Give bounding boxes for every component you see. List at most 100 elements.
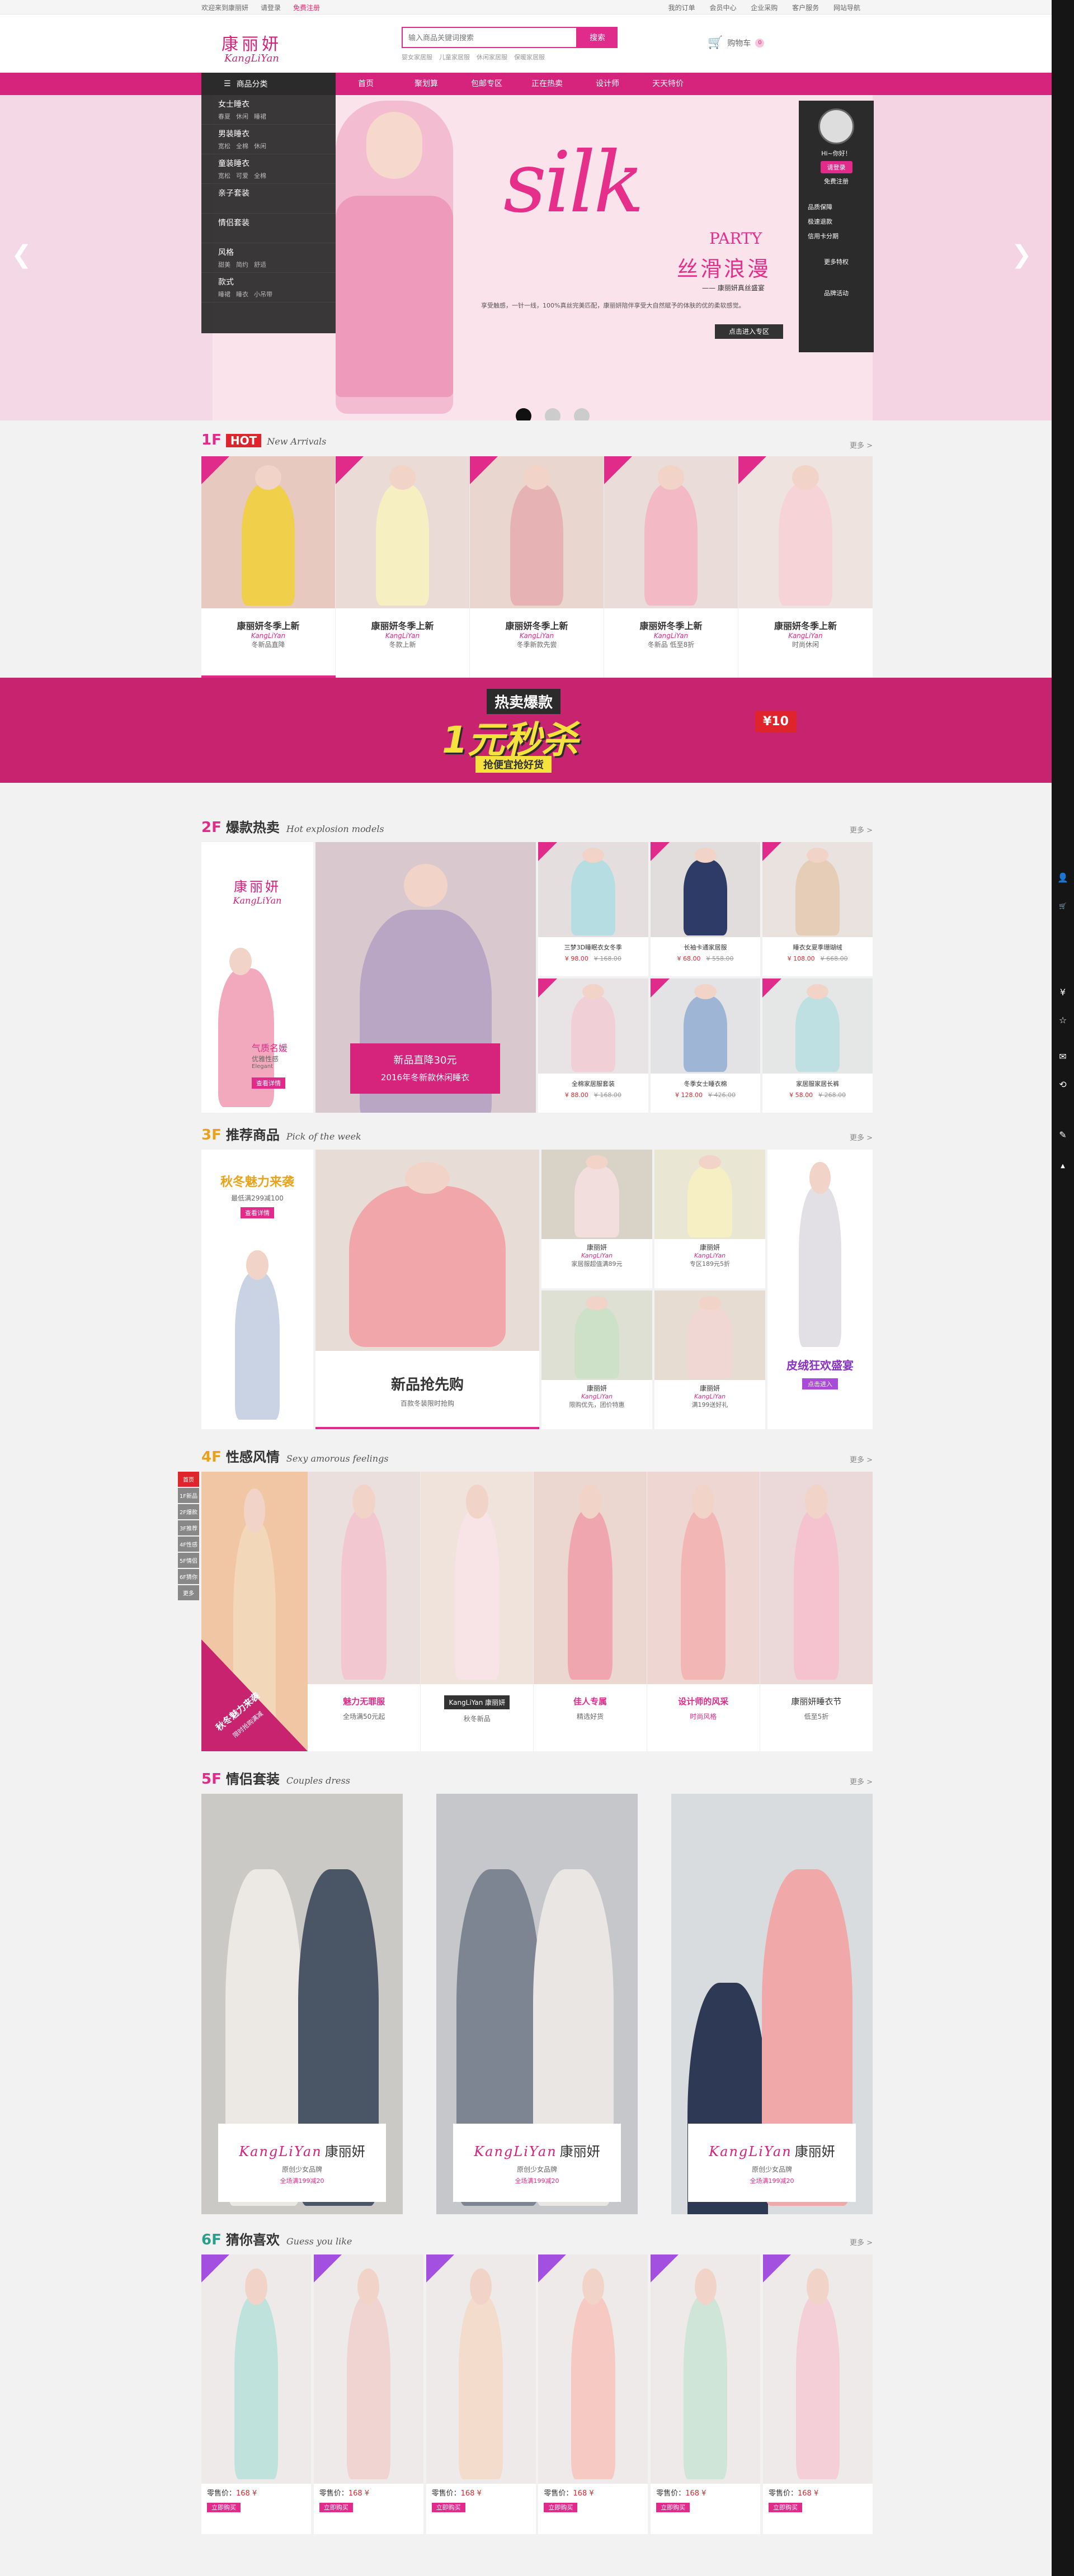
product-card[interactable]: 家居服家居长裤 ¥ 58.00 ¥ 268.00 xyxy=(762,979,873,1113)
product-card[interactable]: 长袖卡通家居服 ¥ 68.00 ¥ 558.00 xyxy=(650,842,761,976)
featured-product[interactable]: 新品直降30元 2016年冬新款休闲睡衣 xyxy=(315,842,536,1113)
buy-button[interactable]: 立即购买 xyxy=(431,2503,465,2512)
star-icon[interactable]: ☆ xyxy=(1052,1015,1074,1025)
product-card[interactable]: 设计师的风采 时尚风格 xyxy=(647,1472,760,1751)
more-link[interactable]: 更多 > xyxy=(850,439,873,450)
side-nav-item[interactable]: 更多 xyxy=(178,1585,199,1600)
search-input[interactable] xyxy=(402,27,577,48)
promo-banner[interactable]: 热卖爆款 1元秒杀 抢便宜抢好货 ¥10 xyxy=(0,678,1074,783)
product-card[interactable]: 零售价：168 ¥ 立即购买 xyxy=(651,2254,761,2534)
product-card[interactable]: 康丽妍 KangLiYan 家居服超值满89元 xyxy=(541,1150,652,1288)
product-card[interactable]: 零售价：168 ¥ 立即购买 xyxy=(201,2254,311,2534)
product-card[interactable]: 佳人专属 精选好货 xyxy=(534,1472,647,1751)
nav-item-designer[interactable]: 设计师 xyxy=(577,73,638,95)
buy-button[interactable]: 立即购买 xyxy=(768,2503,802,2512)
couple-card[interactable]: KangLiYan 康丽妍 原创少女品牌 全场满199减20 xyxy=(201,1794,403,2214)
side-nav-item[interactable]: 首页 xyxy=(178,1472,199,1487)
couple-card[interactable]: KangLiYan 康丽妍 原创少女品牌 全场满199减20 xyxy=(436,1794,638,2214)
history-icon[interactable]: ⟲ xyxy=(1052,1079,1074,1090)
top-link-service[interactable]: 客户服务 xyxy=(792,4,819,12)
product-card[interactable]: KangLiYan 康丽妍 秋冬新品 xyxy=(421,1472,534,1751)
carousel-dot[interactable] xyxy=(516,408,531,420)
product-card[interactable]: 康丽妍冬季上新 KangLiYan 冬款上新 xyxy=(336,456,470,678)
edit-icon[interactable]: ✎ xyxy=(1052,1129,1074,1140)
register-link[interactable]: 免费注册 xyxy=(799,177,874,186)
buy-button[interactable]: 立即购买 xyxy=(544,2503,578,2512)
next-arrow-icon[interactable]: ❯ xyxy=(1011,240,1032,269)
side-nav-item[interactable]: 3F推荐 xyxy=(178,1520,199,1535)
product-card[interactable]: 睡衣女夏季珊瑚绒 ¥ 108.00 ¥ 668.00 xyxy=(762,842,873,976)
more-privilege[interactable]: 更多特权 xyxy=(799,257,874,266)
more-link[interactable]: 更多 > xyxy=(850,2237,873,2247)
product-card[interactable]: 零售价：168 ¥ 立即购买 xyxy=(313,2254,423,2534)
product-card[interactable]: 康丽妍冬季上新 KangLiYan 冬新品 低至8折 xyxy=(604,456,738,678)
nav-item-home[interactable]: 首页 xyxy=(336,73,396,95)
nav-item-juhuasuan[interactable]: 聚划算 xyxy=(396,73,456,95)
side-nav-item[interactable]: 2F爆款 xyxy=(178,1504,199,1519)
refund-link[interactable]: 极速退款 xyxy=(808,217,874,226)
side-nav-item[interactable]: 5F情侣 xyxy=(178,1553,199,1568)
more-link[interactable]: 更多 > xyxy=(850,1776,873,1786)
buy-button[interactable]: 立即购买 xyxy=(207,2503,241,2512)
product-card[interactable]: 康丽妍冬季上新 KangLiYan 冬季新款先尝 xyxy=(470,456,604,678)
nav-item-free-shipping[interactable]: 包邮专区 xyxy=(456,73,517,95)
more-link[interactable]: 更多 > xyxy=(850,1454,873,1464)
product-card[interactable]: 三梦3D睡眠衣女冬季 ¥ 98.00 ¥ 168.00 xyxy=(538,842,648,976)
category-item[interactable]: 款式 睡裙 睡衣 小吊带 xyxy=(201,273,336,302)
top-link-enterprise[interactable]: 企业采购 xyxy=(751,4,778,12)
installment-link[interactable]: 信用卡分期 xyxy=(808,231,874,240)
hero-banner[interactable]: silk PARTY 丝滑浪漫 —— 康丽妍真丝盛宴 享受触感，一针一线，100… xyxy=(0,95,1074,420)
top-link-orders[interactable]: 我的订单 xyxy=(668,4,695,12)
cart-icon[interactable]: 🛒 xyxy=(1052,900,1074,913)
side-nav-item[interactable]: 1F新品 xyxy=(178,1488,199,1503)
promo-card[interactable]: 秋冬魅力来袭 最低满299减100 查看详情 xyxy=(201,1150,313,1429)
brand-activity[interactable]: 品牌活动 xyxy=(799,289,874,297)
nav-item-daily[interactable]: 天天特价 xyxy=(638,73,698,95)
promo-card[interactable]: 皮绒狂欢盛宴 点击进入 xyxy=(767,1150,873,1429)
category-toggle[interactable]: ☰ 商品分类 xyxy=(201,73,336,95)
category-item[interactable]: 女士睡衣 春夏 休闲 睡裙 xyxy=(201,95,336,125)
product-card[interactable]: 魅力无罪服 全场满50元起 xyxy=(308,1472,421,1751)
product-card[interactable]: 全棉家居服套装 ¥ 88.00 ¥ 168.00 xyxy=(538,979,648,1113)
login-link[interactable]: 请登录 xyxy=(261,4,281,12)
corner-promo[interactable]: 秋冬魅力来袭 限时抢购满减 xyxy=(201,1472,308,1751)
carousel-dot[interactable] xyxy=(574,408,590,420)
carousel-dot[interactable] xyxy=(545,408,560,420)
side-nav-item[interactable]: 4F性感 xyxy=(178,1537,199,1552)
cart-button[interactable]: 🛒 购物车 0 xyxy=(708,36,765,50)
product-card[interactable]: 康丽妍冬季上新 KangLiYan 时尚休闲 xyxy=(738,456,873,678)
more-link[interactable]: 更多 > xyxy=(850,824,873,835)
login-button[interactable]: 请登录 xyxy=(820,161,852,173)
search-button[interactable]: 搜索 xyxy=(577,27,618,48)
more-link[interactable]: 更多 > xyxy=(850,1132,873,1142)
prev-arrow-icon[interactable]: ❮ xyxy=(11,240,32,269)
product-card[interactable]: 冬季女士睡衣棉 ¥ 128.00 ¥ 426.00 xyxy=(650,979,761,1113)
product-card[interactable]: 零售价：168 ¥ 立即购买 xyxy=(762,2254,873,2534)
product-card[interactable]: 康丽妍冬季上新 KangLiYan 冬新品直降 xyxy=(201,456,336,678)
logo[interactable]: 康丽妍 KangLiYan xyxy=(201,30,302,64)
hot-keyword[interactable]: 儿童家居服 xyxy=(439,54,470,61)
yen-icon[interactable]: ¥ xyxy=(1052,987,1074,998)
product-card[interactable]: 康丽妍 KangLiYan 限购优先，团价特惠 xyxy=(541,1291,652,1429)
category-item[interactable]: 亲子套装 xyxy=(201,184,336,214)
top-link-sitemap[interactable]: 网站导航 xyxy=(833,4,860,12)
register-link[interactable]: 免费注册 xyxy=(293,4,320,12)
top-link-member[interactable]: 会员中心 xyxy=(709,4,736,12)
couple-card[interactable]: KangLiYan 康丽妍 原创少女品牌 全场满199减20 xyxy=(671,1794,873,2214)
hot-keyword[interactable]: 休闲家居服 xyxy=(477,54,507,61)
guarantee-link[interactable]: 品质保障 xyxy=(808,202,874,211)
side-nav-item[interactable]: 6F猜你 xyxy=(178,1569,199,1584)
banner-enter-button[interactable]: 点击进入专区 xyxy=(715,324,783,339)
category-item[interactable]: 情侣套装 xyxy=(201,214,336,243)
product-card[interactable]: 康丽妍睡衣节 低至5折 xyxy=(760,1472,873,1751)
hot-keyword[interactable]: 保暖家居服 xyxy=(514,54,545,61)
buy-button[interactable]: 立即购买 xyxy=(319,2503,353,2512)
brand-promo-card[interactable]: 康丽妍 KangLiYan 气质名媛 优雅性感 Elegant 查看详情 xyxy=(201,842,313,1113)
category-item[interactable]: 童装睡衣 宽松 可爱 全棉 xyxy=(201,154,336,184)
nav-item-hot[interactable]: 正在热卖 xyxy=(517,73,577,95)
user-icon[interactable]: 👤 xyxy=(1052,872,1074,883)
category-item[interactable]: 男装睡衣 宽松 全棉 休闲 xyxy=(201,125,336,154)
chat-icon[interactable]: ✉ xyxy=(1052,1051,1074,1062)
featured-product[interactable]: 新品抢先购 百款冬装限时抢购 xyxy=(315,1150,539,1429)
product-card[interactable]: 零售价：168 ¥ 立即购买 xyxy=(426,2254,536,2534)
